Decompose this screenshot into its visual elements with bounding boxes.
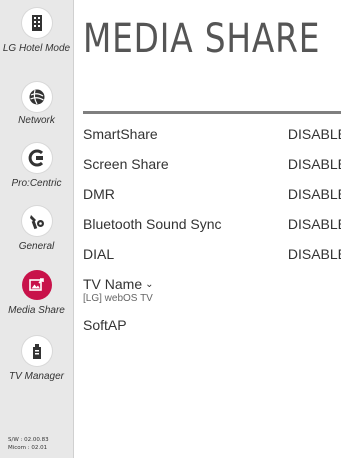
version-info: S/W : 02.00.83 Micom : 02.01 xyxy=(8,436,49,452)
media-share-icon xyxy=(21,270,52,300)
software-version: S/W : 02.00.83 xyxy=(8,437,49,443)
chevron-down-icon: ⌄ xyxy=(145,279,154,290)
setting-label: TV Name xyxy=(83,276,143,292)
sidebar-item-pro-centric[interactable]: Pro:Centric xyxy=(0,143,73,189)
setting-label: Screen Share xyxy=(83,156,169,172)
page-title: MEDIA SHARE xyxy=(83,16,321,62)
sidebar-item-label: TV Manager xyxy=(8,371,65,382)
setting-value: DISABLE xyxy=(287,186,341,202)
sidebar-item-tv-manager[interactable]: TV Manager xyxy=(0,336,73,382)
tv-manager-icon xyxy=(21,336,52,366)
setting-label: DMR xyxy=(83,186,115,202)
sidebar-item-label: Network xyxy=(18,115,55,126)
tv-name-value: [LG] webOS TV xyxy=(83,293,153,304)
setting-value: DISABLE xyxy=(287,216,341,232)
sidebar-item-label: LG Hotel Mode xyxy=(2,43,71,54)
sidebar-item-label: Pro:Centric xyxy=(11,178,62,189)
sidebar: LG Hotel Mode Network Pro:Centric Genera… xyxy=(0,0,74,458)
sidebar-item-label: Media Share xyxy=(8,305,65,316)
title-divider xyxy=(83,111,341,114)
hotel-building-icon xyxy=(21,8,52,38)
sidebar-item-media-share[interactable]: Media Share xyxy=(0,270,73,316)
setting-label: SoftAP xyxy=(83,317,127,333)
sidebar-item-label: General xyxy=(18,241,55,252)
sidebar-item-lg-hotel-mode[interactable]: LG Hotel Mode xyxy=(0,8,73,54)
procentric-icon xyxy=(21,143,52,173)
sidebar-item-general[interactable]: General xyxy=(0,206,73,252)
setting-value: DISABLE xyxy=(287,156,341,172)
setting-label: SmartShare xyxy=(83,126,158,142)
setting-value: DISABLE xyxy=(287,126,341,142)
setting-value: DISABLE xyxy=(287,246,341,262)
setting-label: DIAL xyxy=(83,246,115,262)
tools-gear-icon xyxy=(21,206,52,236)
setting-label: Bluetooth Sound Sync xyxy=(83,216,222,232)
globe-icon xyxy=(21,82,52,112)
sidebar-item-network[interactable]: Network xyxy=(0,82,73,126)
micom-version: Micom : 02.01 xyxy=(8,445,48,451)
main-panel: MEDIA SHARE SmartShare DISABLE Screen Sh… xyxy=(74,0,341,458)
